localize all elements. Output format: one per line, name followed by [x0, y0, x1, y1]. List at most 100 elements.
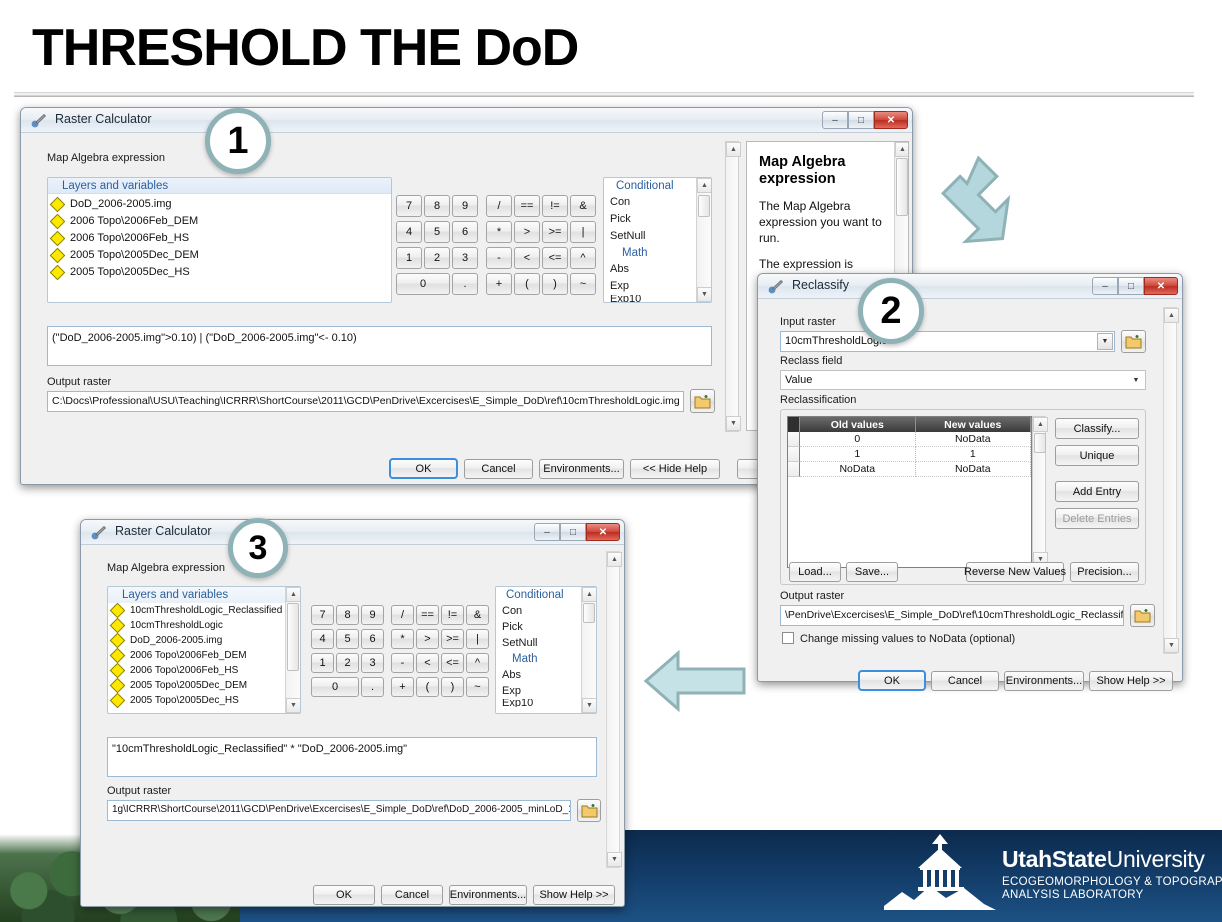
maximize-button[interactable]: □ [560, 523, 586, 541]
key-multiply[interactable]: * [391, 629, 414, 649]
row-selector[interactable] [788, 447, 800, 462]
key-8[interactable]: 8 [424, 195, 450, 217]
key-3[interactable]: 3 [452, 247, 478, 269]
window2-titlebar[interactable]: Reclassify – □ ✕ [758, 274, 1182, 299]
function-con[interactable]: Con [496, 603, 581, 619]
function-setnull[interactable]: SetNull [604, 228, 696, 245]
key-3[interactable]: 3 [361, 653, 384, 673]
function-abs[interactable]: Abs [496, 667, 581, 683]
key-equals-equals[interactable]: == [416, 605, 439, 625]
function-pick[interactable]: Pick [604, 211, 696, 228]
window3-expression-input[interactable]: "10cmThresholdLogic_Reclassified" * "DoD… [107, 737, 597, 777]
table-row[interactable]: NoData NoData [788, 462, 1031, 477]
chevron-down-icon[interactable]: ▼ [1097, 333, 1113, 350]
reclass-table-scrollbar[interactable]: ▲ ▼ [1032, 416, 1048, 568]
minimize-button[interactable]: – [822, 111, 848, 129]
raster-calculator-window-3[interactable]: Raster Calculator – □ ✕ Map Algebra expr… [80, 519, 625, 907]
window2-input-raster-combo[interactable]: 10cmThresholdLogic ▼ [780, 331, 1115, 352]
list-item[interactable]: 2006 Topo\2006Feb_HS [48, 230, 391, 247]
key-7[interactable]: 7 [396, 195, 422, 217]
window1-cancel-button[interactable]: Cancel [464, 459, 533, 479]
close-button[interactable]: ✕ [874, 111, 908, 129]
scroll-thumb[interactable] [287, 603, 299, 671]
function-abs[interactable]: Abs [604, 261, 696, 278]
key-caret[interactable]: ^ [570, 247, 596, 269]
scroll-down-icon[interactable]: ▼ [726, 416, 741, 431]
reclass-table[interactable]: Old values New values 0 NoData 1 1 NoDat… [787, 416, 1032, 568]
key-greater-equal[interactable]: >= [542, 221, 568, 243]
key-close-paren[interactable]: ) [542, 273, 568, 295]
window2-show-help-button[interactable]: Show Help >> [1089, 671, 1173, 691]
list-item[interactable]: 2006 Topo\2006Feb_HS [108, 662, 285, 679]
key-decimal[interactable]: . [452, 273, 478, 295]
list-item[interactable]: 2005 Topo\2005Dec_HS [108, 692, 285, 709]
window3-function-scrollbar[interactable]: ▲ ▼ [581, 587, 596, 713]
window3-browse-button[interactable] [577, 799, 601, 822]
window3-ok-button[interactable]: OK [313, 885, 375, 905]
key-less-than[interactable]: < [514, 247, 540, 269]
key-and[interactable]: & [570, 195, 596, 217]
key-greater-equal[interactable]: >= [441, 629, 464, 649]
key-minus[interactable]: - [486, 247, 512, 269]
window1-layers-list[interactable]: Layers and variables DoD_2006-2005.img 2… [47, 177, 392, 303]
list-item[interactable]: DoD_2006-2005.img [108, 632, 285, 649]
scroll-up-icon[interactable]: ▲ [286, 587, 300, 602]
scroll-down-icon[interactable]: ▼ [1164, 638, 1179, 653]
scroll-up-icon[interactable]: ▲ [726, 142, 741, 157]
key-plus[interactable]: + [391, 677, 414, 697]
scroll-down-icon[interactable]: ▼ [286, 698, 300, 713]
load-button[interactable]: Load... [789, 562, 841, 582]
window3-content-scrollbar[interactable]: ▲ ▼ [606, 551, 622, 868]
scroll-up-icon[interactable]: ▲ [1164, 308, 1179, 323]
window1-ok-button[interactable]: OK [389, 458, 458, 479]
unique-button[interactable]: Unique [1055, 445, 1139, 466]
key-not-equals[interactable]: != [441, 605, 464, 625]
function-exp10[interactable]: Exp10 [496, 699, 581, 707]
key-equals-equals[interactable]: == [514, 195, 540, 217]
window2-reclass-field-combo[interactable]: Value ▼ [780, 370, 1146, 390]
column-header-new-values[interactable]: New values [916, 417, 1031, 432]
function-exp[interactable]: Exp [496, 683, 581, 699]
window1-controls[interactable]: – □ ✕ [822, 111, 908, 129]
column-header-old-values[interactable]: Old values [800, 417, 916, 432]
key-less-equal[interactable]: <= [542, 247, 568, 269]
window3-show-help-button[interactable]: Show Help >> [533, 885, 615, 905]
key-0[interactable]: 0 [396, 273, 450, 295]
key-open-paren[interactable]: ( [416, 677, 439, 697]
window2-output-raster-input[interactable]: \PenDrive\Excercises\E_Simple_DoD\ref\10… [780, 605, 1124, 626]
key-6[interactable]: 6 [452, 221, 478, 243]
window3-layers-list[interactable]: Layers and variables 10cmThresholdLogic_… [107, 586, 301, 714]
key-9[interactable]: 9 [361, 605, 384, 625]
minimize-button[interactable]: – [1092, 277, 1118, 295]
save-button[interactable]: Save... [846, 562, 898, 582]
key-and[interactable]: & [466, 605, 489, 625]
table-row[interactable]: 1 1 [788, 447, 1031, 462]
window1-titlebar[interactable]: Raster Calculator – □ ✕ [21, 108, 912, 133]
list-item[interactable]: 2005 Topo\2005Dec_HS [48, 264, 391, 281]
function-exp10[interactable]: Exp10 [604, 295, 696, 302]
key-less-equal[interactable]: <= [441, 653, 464, 673]
cell-old-value[interactable]: 0 [800, 432, 916, 447]
key-8[interactable]: 8 [336, 605, 359, 625]
key-tilde[interactable]: ~ [466, 677, 489, 697]
window3-controls[interactable]: – □ ✕ [534, 523, 620, 541]
window1-browse-button[interactable] [690, 389, 715, 413]
window2-cancel-button[interactable]: Cancel [931, 671, 999, 691]
window3-layers-scrollbar[interactable]: ▲ ▼ [285, 587, 300, 713]
list-item[interactable]: 10cmThresholdLogic_Reclassified [108, 602, 285, 619]
key-2[interactable]: 2 [336, 653, 359, 673]
add-entry-button[interactable]: Add Entry [1055, 481, 1139, 502]
key-5[interactable]: 5 [424, 221, 450, 243]
key-less-than[interactable]: < [416, 653, 439, 673]
key-greater-than[interactable]: > [514, 221, 540, 243]
function-pick[interactable]: Pick [496, 619, 581, 635]
window1-output-raster-input[interactable]: C:\Docs\Professional\USU\Teaching\ICRRR\… [47, 391, 684, 412]
function-list-scrollbar[interactable]: ▲ ▼ [696, 178, 711, 302]
list-item[interactable]: DoD_2006-2005.img [48, 196, 391, 213]
key-0[interactable]: 0 [311, 677, 359, 697]
cell-new-value[interactable]: NoData [915, 432, 1031, 447]
window1-hide-help-button[interactable]: << Hide Help [630, 459, 720, 479]
list-item[interactable]: 2006 Topo\2006Feb_DEM [48, 213, 391, 230]
scroll-up-icon[interactable]: ▲ [1033, 417, 1048, 432]
key-or[interactable]: | [466, 629, 489, 649]
